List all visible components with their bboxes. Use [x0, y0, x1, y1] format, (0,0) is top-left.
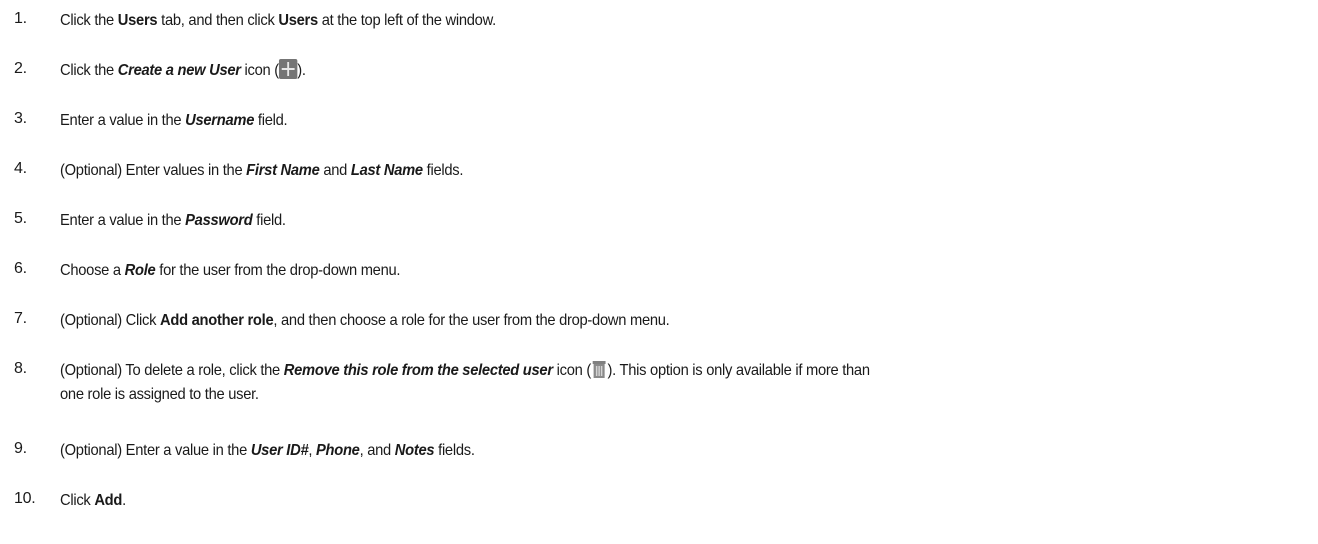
step-text: Click Add.: [60, 492, 126, 509]
step-text: Enter a value in the Password field.: [60, 212, 286, 229]
remove-role-ref: Remove this role from the selected user: [283, 362, 553, 379]
create-user-ref: Create a new User: [117, 62, 241, 79]
step-number: 1.: [14, 10, 27, 27]
step-number: 2.: [14, 60, 27, 77]
last-name-ref: Last Name: [350, 162, 423, 179]
step-number: 7.: [14, 310, 27, 327]
step-text: Choose a Role for the user from the drop…: [60, 262, 401, 279]
role-ref: Role: [124, 262, 156, 279]
add-role-ref: Add another role: [160, 312, 274, 329]
step-number: 9.: [14, 440, 27, 457]
step-number: 8.: [14, 360, 27, 377]
step-text: (Optional) To delete a role, click the R…: [60, 359, 1146, 407]
users-ref: Users: [278, 12, 318, 29]
users-tab-ref: Users: [117, 12, 158, 29]
step-number: 6.: [14, 260, 27, 277]
step-text: Enter a value in the Username field.: [60, 112, 288, 129]
step-text: (Optional) Enter values in the First Nam…: [60, 162, 464, 179]
step-text: Click the Users tab, and then click User…: [60, 12, 496, 29]
phone-ref: Phone: [315, 442, 360, 459]
step-text: (Optional) Enter a value in the User ID#…: [60, 442, 475, 459]
step-number: 3.: [14, 110, 27, 127]
plus-icon: [278, 59, 298, 79]
user-id-ref: User ID#: [250, 442, 309, 459]
step-text: (Optional) Click Add another role, and t…: [60, 312, 670, 329]
step-number: 5.: [14, 210, 27, 227]
trash-icon: [592, 361, 606, 378]
instruction-list: 1. Click the Users tab, and then click U…: [0, 0, 1318, 544]
first-name-ref: First Name: [246, 162, 320, 179]
step-number: 4.: [14, 160, 27, 177]
username-ref: Username: [185, 112, 255, 129]
step-text: Click the Create a new User icon ().: [60, 59, 1146, 83]
password-ref: Password: [185, 212, 253, 229]
add-ref: Add: [94, 492, 123, 509]
step-number: 10.: [14, 490, 36, 507]
notes-ref: Notes: [394, 442, 435, 459]
